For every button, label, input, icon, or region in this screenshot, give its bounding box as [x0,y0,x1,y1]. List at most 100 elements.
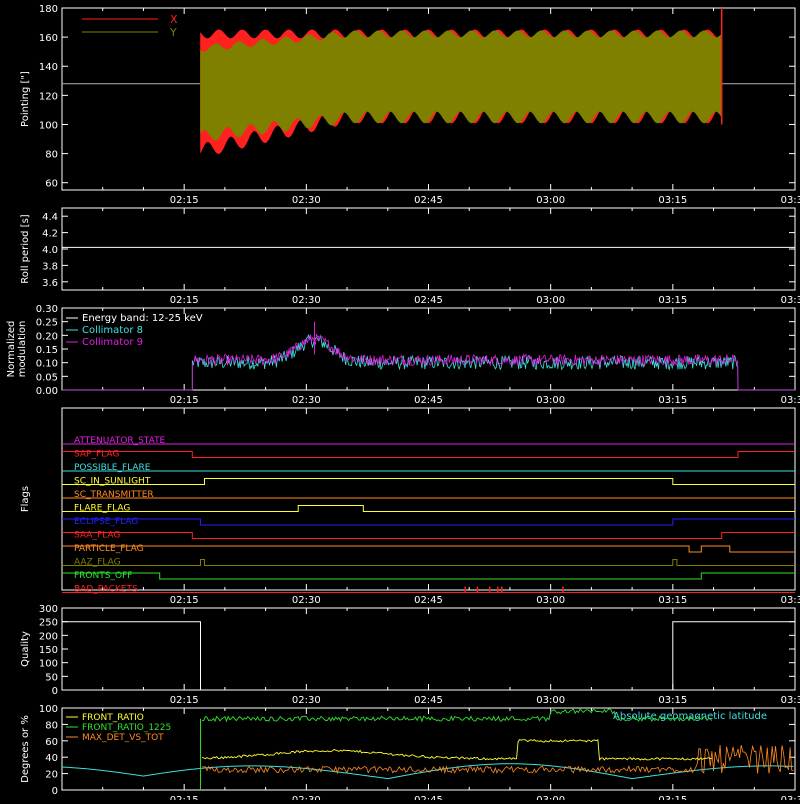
legend-title: Energy band: 12-25 keV [82,313,203,324]
y-tick-label: 250 [39,618,58,629]
y-tick-label: 150 [39,645,58,656]
flag-label: PARTICLE_FLAG [74,544,144,554]
flag-line [62,478,795,485]
panel-frame [61,407,796,591]
ratios-panel: 02:15 02:30 02:45 03:00 03:15 03:30 0 20 40 60 80 1… [20,704,800,804]
y-tick-label: 160 [39,33,58,44]
x-tick-label: 02:45 [414,595,443,606]
y-tick-label: 80 [45,150,58,161]
legend-label: FRONT_RATIO [82,713,144,723]
pointing-panel: 02:15 02:30 02:45 03:00 03:15 03:30 60 80 100 120… [20,4,800,206]
x-tick-label: 02:30 [292,395,321,406]
flag-label: SC_IN_SUNLIGHT [74,477,151,487]
flag-line [62,559,795,566]
x-tick-label: 03:15 [658,595,687,606]
x-tick-label: 03:30 [781,695,800,706]
x-tick-label: 03:15 [658,195,687,206]
x-tick-label: 03:30 [781,195,800,206]
legend-label: FRONT_RATIO_1225 [82,723,171,733]
x-tick-label: 03:30 [781,395,800,406]
y-axis-label: Pointing ["] [20,71,31,127]
x-tick-label: 03:30 [781,295,800,306]
quality-line [62,621,795,691]
x-tick-label: 02:45 [414,295,443,306]
x-tick-label: 02:30 [292,695,321,706]
legend-label: X [170,13,178,26]
y-tick-label: 100 [39,704,58,715]
x-tick-label: 02:45 [414,795,443,800]
y-tick-label: 140 [39,62,58,73]
y-tick-label: 120 [39,91,58,102]
x-tick-label: 03:00 [536,795,565,800]
y-tick-label: 0.15 [36,345,58,356]
flag-label: POSSIBLE_FLARE [74,463,151,473]
modulation-panel: 02:15 02:30 02:45 03:00 03:15 03:30 0.00 0.05 0.… [6,304,800,406]
x-tick-label: 02:45 [414,695,443,706]
flag-label: SAP_FLAG [74,450,119,460]
x-tick-label: 02:15 [170,195,199,206]
flag-label: FRONTS_OFF [74,571,132,581]
x-tick-label: 03:30 [781,795,800,800]
y-tick-label: 100 [39,120,58,131]
panel-frame [61,207,796,291]
y-tick-label: 3.6 [42,278,58,289]
y-tick-label: 4.4 [42,212,58,223]
x-tick-label: 03:15 [658,695,687,706]
y-tick-label: 0.10 [36,359,58,370]
x-tick-label: 02:30 [292,295,321,306]
flag-label: SC_TRANSMITTER [74,490,154,500]
x-tick-label: 02:15 [170,695,199,706]
flag-line [62,518,795,526]
y-tick-label: 4.2 [42,229,58,240]
quality-panel: 02:15 02:30 02:45 03:00 03:15 03:30 0 50 100 150 2… [20,604,800,706]
y-tick-label: 100 [39,659,58,670]
legend-label: Y [169,26,177,39]
x-tick-label: 03:30 [781,595,800,606]
x-tick-label: 03:00 [536,395,565,406]
chart-figure: 02:15 02:30 02:45 03:00 03:15 03:30 60 80 100 120… [6,4,800,804]
y-tick-label: 0.20 [36,331,58,342]
legend-label: Collimator 9 [82,337,143,348]
x-tick-label: 03:00 [536,295,565,306]
y-tick-label: 300 [39,604,58,615]
y-tick-label: 0 [52,686,58,697]
x-tick-label: 03:00 [536,695,565,706]
y-axis-label: Degrees or % [20,715,31,783]
y-axis-label: Roll period [s] [20,214,31,283]
y-axis-label: Flags [20,486,31,512]
flag-line [62,532,795,539]
y-tick-label: 4.0 [42,245,58,256]
y-tick-label: 80 [45,720,58,731]
y-tick-label: 180 [39,4,58,15]
y-tick-label: 0.00 [36,386,58,397]
flag-label: ECLIPSE_FLAG [74,517,138,527]
x-tick-label: 02:15 [170,395,199,406]
y-tick-label: 0.30 [36,304,58,315]
flag-label: AAZ_FLAG [74,558,121,568]
y-tick-label: 20 [45,770,58,781]
y-tick-label: 50 [45,672,58,683]
y-axis-label: Normalized [6,321,17,378]
y-tick-label: 3.8 [42,261,58,272]
x-tick-label: 02:15 [170,795,199,800]
roll-period-panel: 02:15 02:30 02:45 03:00 03:15 03:30 3.6 3.8 4.0 4… [20,207,800,306]
panel-frame [61,607,796,691]
modulation-series-line [62,333,795,391]
x-tick-label: 02:30 [292,795,321,800]
x-tick-label: 02:30 [292,195,321,206]
y-tick-label: 60 [45,179,58,190]
front-ratio-line [201,739,712,761]
y-tick-label: 0.25 [36,318,58,329]
y-tick-label: 40 [45,753,58,764]
x-tick-label: 02:45 [414,195,443,206]
y-tick-label: 60 [45,737,58,748]
y-tick-label: 200 [39,631,58,642]
flag-line [62,545,795,553]
x-tick-label: 03:15 [658,395,687,406]
flag-label: BAD_PACKETS [74,585,138,595]
x-tick-label: 03:15 [658,295,687,306]
flag-line [62,505,795,512]
y-tick-label: 0.05 [36,372,58,383]
x-tick-label: 02:30 [292,595,321,606]
x-tick-label: 02:15 [170,295,199,306]
